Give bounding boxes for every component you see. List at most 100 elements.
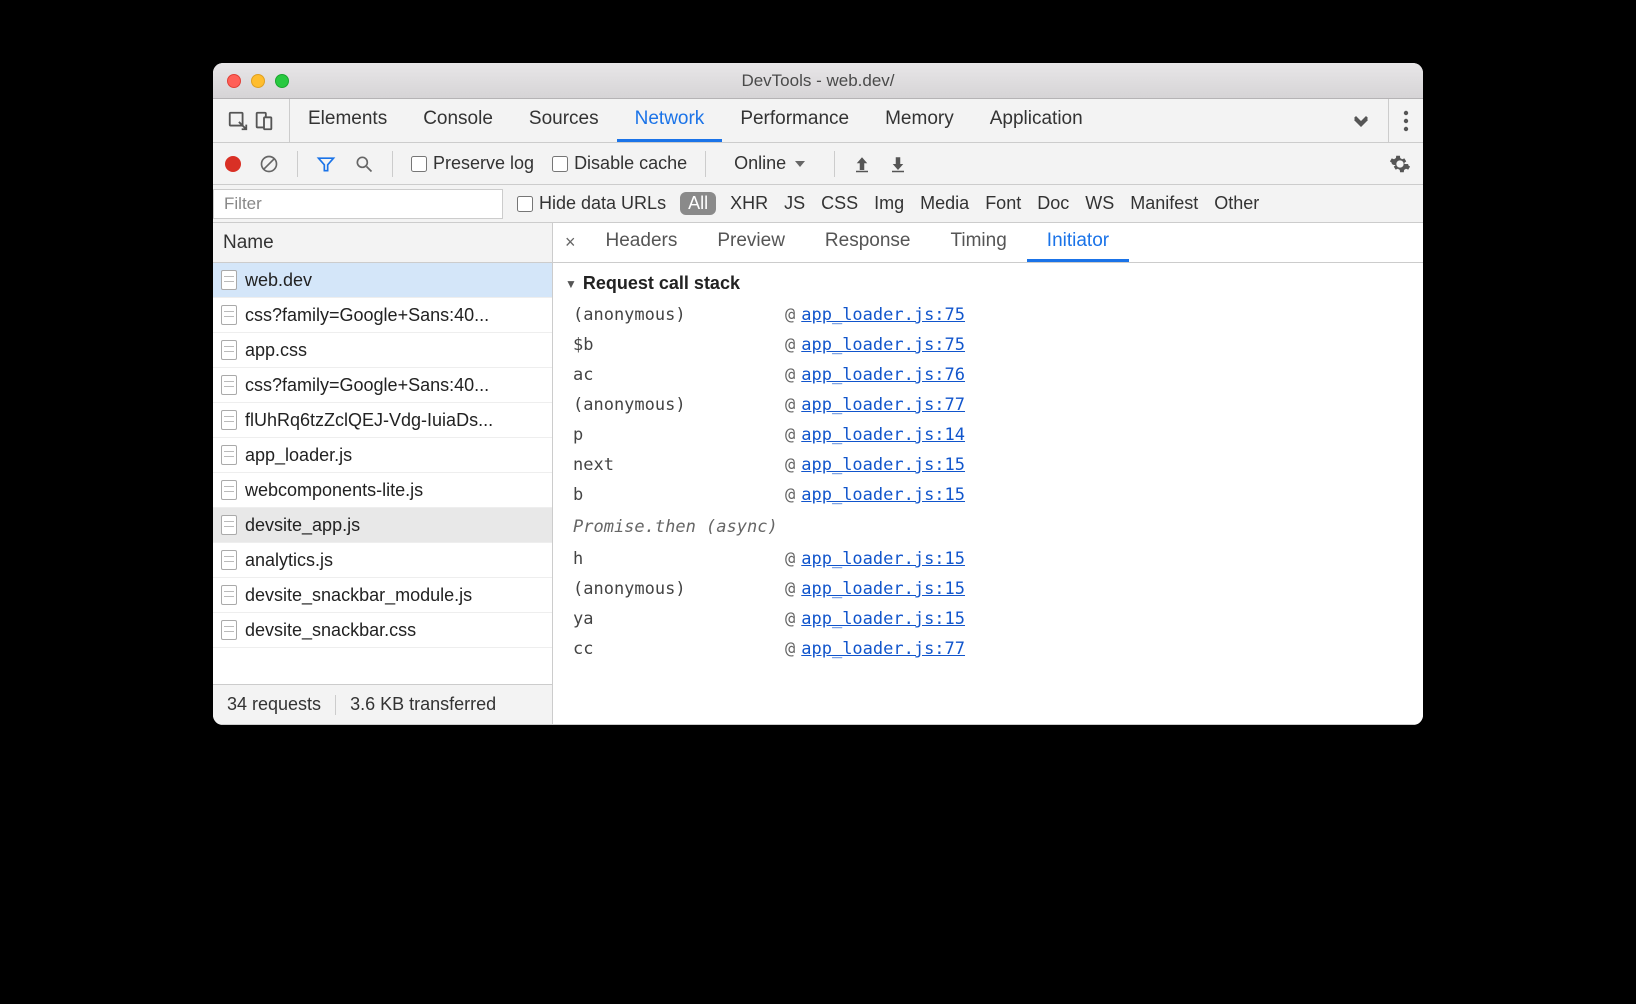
tab-application[interactable]: Application — [972, 99, 1101, 142]
filter-type-xhr[interactable]: XHR — [730, 193, 768, 214]
stack-at-symbol: @ — [785, 390, 795, 420]
filter-type-manifest[interactable]: Manifest — [1130, 193, 1198, 214]
filter-type-js[interactable]: JS — [784, 193, 805, 214]
filter-type-font[interactable]: Font — [985, 193, 1021, 214]
request-row[interactable]: webcomponents-lite.js — [213, 473, 552, 508]
separator — [392, 151, 393, 177]
hide-data-urls-checkbox[interactable]: Hide data URLs — [517, 193, 666, 214]
tabs-overflow-icon[interactable] — [1334, 99, 1388, 142]
stack-function: h — [565, 544, 785, 574]
detail-tab-strip: × HeadersPreviewResponseTimingInitiator — [553, 223, 1423, 263]
stack-source-link[interactable]: app_loader.js:15 — [801, 480, 965, 510]
filter-type-img[interactable]: Img — [874, 193, 904, 214]
request-row[interactable]: web.dev — [213, 263, 552, 298]
filter-type-media[interactable]: Media — [920, 193, 969, 214]
titlebar: DevTools - web.dev/ — [213, 63, 1423, 99]
request-name: devsite_app.js — [245, 515, 360, 536]
request-row[interactable]: analytics.js — [213, 543, 552, 578]
call-stack: (anonymous)@app_loader.js:75$b@app_loade… — [565, 300, 1411, 510]
stack-source-link[interactable]: app_loader.js:77 — [801, 390, 965, 420]
section-header[interactable]: ▼ Request call stack — [565, 273, 1411, 294]
request-row[interactable]: flUhRq6tzZclQEJ-Vdg-IuiaDs... — [213, 403, 552, 438]
kebab-menu-icon[interactable] — [1388, 99, 1423, 142]
request-row[interactable]: css?family=Google+Sans:40... — [213, 368, 552, 403]
filter-types: XHR JS CSS Img Media Font Doc WS Manifest Other — [730, 193, 1259, 214]
stack-at-symbol: @ — [785, 480, 795, 510]
stack-at-symbol: @ — [785, 360, 795, 390]
tab-elements[interactable]: Elements — [290, 99, 405, 142]
request-row[interactable]: app.css — [213, 333, 552, 368]
stack-source-link[interactable]: app_loader.js:15 — [801, 544, 965, 574]
request-row[interactable]: app_loader.js — [213, 438, 552, 473]
request-name: css?family=Google+Sans:40... — [245, 305, 489, 326]
stack-source-link[interactable]: app_loader.js:14 — [801, 420, 965, 450]
detail-tabs-container: HeadersPreviewResponseTimingInitiator — [586, 223, 1130, 262]
preserve-log-input[interactable] — [411, 156, 427, 172]
stack-source-link[interactable]: app_loader.js:15 — [801, 604, 965, 634]
tab-memory[interactable]: Memory — [867, 99, 972, 142]
stack-function: ac — [565, 360, 785, 390]
request-row[interactable]: css?family=Google+Sans:40... — [213, 298, 552, 333]
preserve-log-checkbox[interactable]: Preserve log — [411, 153, 534, 174]
detail-tab-timing[interactable]: Timing — [930, 223, 1026, 262]
stack-source-link[interactable]: app_loader.js:75 — [801, 330, 965, 360]
request-name: analytics.js — [245, 550, 333, 571]
request-row[interactable]: devsite_snackbar_module.js — [213, 578, 552, 613]
request-list-header[interactable]: Name — [213, 223, 552, 263]
filter-type-ws[interactable]: WS — [1085, 193, 1114, 214]
tab-performance[interactable]: Performance — [722, 99, 867, 142]
filter-icon[interactable] — [316, 154, 336, 174]
filter-type-css[interactable]: CSS — [821, 193, 858, 214]
download-har-icon[interactable] — [889, 155, 907, 173]
stack-at-symbol: @ — [785, 300, 795, 330]
hide-data-urls-input[interactable] — [517, 196, 533, 212]
record-button[interactable] — [225, 156, 241, 172]
stack-frame: next@app_loader.js:15 — [565, 450, 1411, 480]
upload-har-icon[interactable] — [853, 155, 871, 173]
stack-source-link[interactable]: app_loader.js:75 — [801, 300, 965, 330]
detail-tab-headers[interactable]: Headers — [586, 223, 698, 262]
detail-tab-initiator[interactable]: Initiator — [1027, 223, 1129, 262]
content-split: Name web.dev css?family=Google+Sans:40...… — [213, 223, 1423, 725]
tab-network[interactable]: Network — [617, 99, 723, 142]
inspect-element-icon[interactable] — [227, 110, 249, 132]
tab-console[interactable]: Console — [405, 99, 511, 142]
stack-source-link[interactable]: app_loader.js:76 — [801, 360, 965, 390]
disclosure-triangle-icon[interactable]: ▼ — [565, 277, 577, 291]
close-window-button[interactable] — [227, 74, 241, 88]
settings-gear-icon[interactable] — [1389, 153, 1411, 175]
request-count: 34 requests — [227, 694, 321, 715]
devtools-window: DevTools - web.dev/ ElementsConsoleSourc… — [213, 63, 1423, 725]
filter-input[interactable] — [213, 189, 503, 219]
filter-type-all[interactable]: All — [680, 192, 716, 215]
clear-icon[interactable] — [259, 154, 279, 174]
stack-source-link[interactable]: app_loader.js:15 — [801, 574, 965, 604]
transferred-size: 3.6 KB transferred — [350, 694, 496, 715]
request-name: app_loader.js — [245, 445, 352, 466]
stack-at-symbol: @ — [785, 450, 795, 480]
stack-frame: (anonymous)@app_loader.js:75 — [565, 300, 1411, 330]
filter-type-doc[interactable]: Doc — [1037, 193, 1069, 214]
detail-tab-response[interactable]: Response — [805, 223, 931, 262]
device-toggle-icon[interactable] — [253, 110, 275, 132]
filter-type-other[interactable]: Other — [1214, 193, 1259, 214]
stack-source-link[interactable]: app_loader.js:77 — [801, 634, 965, 664]
minimize-window-button[interactable] — [251, 74, 265, 88]
tab-sources[interactable]: Sources — [511, 99, 617, 142]
call-stack-async: h@app_loader.js:15(anonymous)@app_loader… — [565, 544, 1411, 664]
file-icon — [221, 620, 237, 640]
request-row[interactable]: devsite_snackbar.css — [213, 613, 552, 648]
request-row[interactable]: devsite_app.js — [213, 508, 552, 543]
detail-body: ▼ Request call stack (anonymous)@app_loa… — [553, 263, 1423, 724]
disable-cache-checkbox[interactable]: Disable cache — [552, 153, 687, 174]
throttling-select[interactable]: Online — [724, 153, 816, 174]
detail-tab-preview[interactable]: Preview — [697, 223, 805, 262]
close-detail-icon[interactable]: × — [561, 223, 586, 262]
stack-function: cc — [565, 634, 785, 664]
stack-frame: $b@app_loader.js:75 — [565, 330, 1411, 360]
search-icon[interactable] — [354, 154, 374, 174]
request-name: devsite_snackbar_module.js — [245, 585, 472, 606]
stack-source-link[interactable]: app_loader.js:15 — [801, 450, 965, 480]
zoom-window-button[interactable] — [275, 74, 289, 88]
disable-cache-input[interactable] — [552, 156, 568, 172]
